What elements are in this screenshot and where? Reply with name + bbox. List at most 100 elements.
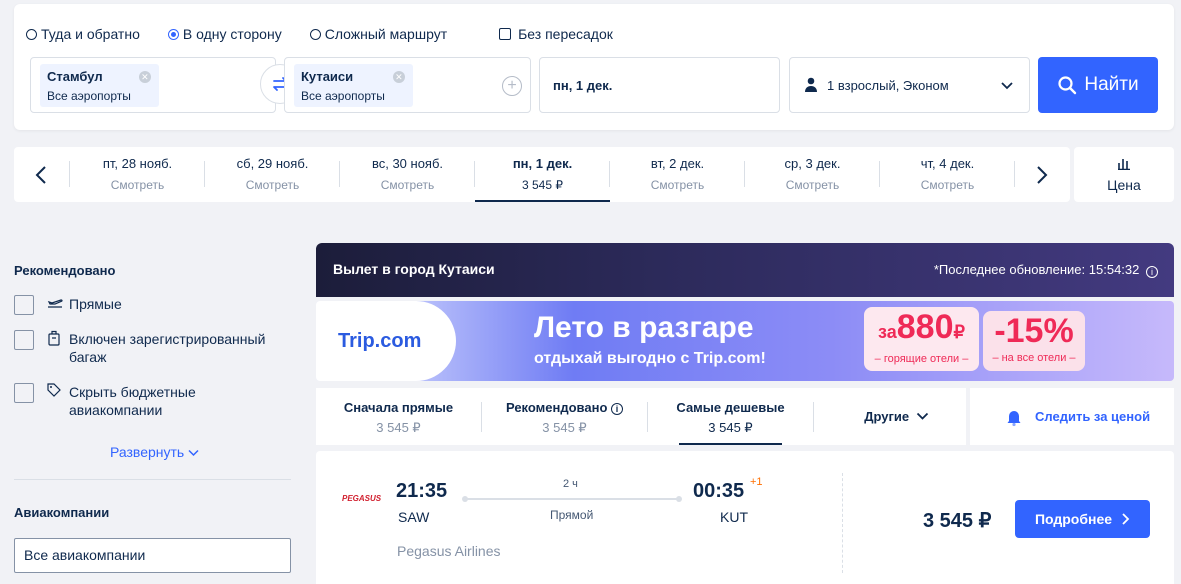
tripcom-logo: Trip.com	[316, 301, 456, 381]
close-icon[interactable]: ✕	[138, 71, 151, 83]
checkbox[interactable]	[14, 295, 34, 315]
filter-baggage[interactable]: Включен зарегистрированный багаж	[14, 330, 284, 366]
date-option-selected[interactable]: пн, 1 дек. 3 545 ₽	[475, 147, 610, 202]
info-icon[interactable]: i	[611, 403, 624, 415]
banner-logo-text: Trip.com	[338, 329, 422, 352]
chevron-down-icon	[916, 412, 928, 420]
filter-nonstop[interactable]: Прямые	[14, 295, 122, 315]
checkbox-icon	[499, 28, 512, 40]
date-option-day: вт, 2 дек.	[650, 156, 705, 171]
date-option[interactable]: вс, 30 нояб. Смотреть	[340, 147, 475, 202]
trip-type-multicity[interactable]: Сложный маршрут	[309, 26, 447, 42]
last-updated: *Последнее обновление: 15:54:32 i	[934, 262, 1158, 278]
close-icon[interactable]: ✕	[392, 71, 405, 83]
promo-badge-hotels: за880₽ – горящие отели –	[864, 307, 979, 371]
sort-tab-other[interactable]: Другие	[814, 388, 979, 445]
date-option-price: Смотреть	[785, 178, 840, 192]
filter-recommended-title: Рекомендовано	[14, 263, 116, 278]
bell-icon	[1007, 410, 1021, 426]
tag-icon	[47, 383, 63, 419]
promo-banner[interactable]: Trip.com Лето в разгаре отдыхай выгодно …	[316, 301, 1174, 381]
sort-tabs: Сначала прямые 3 545 ₽ Рекомендовано i 3…	[316, 388, 966, 445]
chevron-right-icon	[1037, 165, 1048, 184]
sort-tab-recommended[interactable]: Рекомендовано i 3 545 ₽	[482, 388, 647, 445]
price-chart-button[interactable]: Цена	[1074, 147, 1174, 202]
radio-selected-icon	[167, 28, 179, 40]
promo-caption: – на все отели –	[992, 352, 1076, 364]
details-button[interactable]: Подробнее	[1015, 500, 1150, 538]
from-city-name: Стамбул	[47, 69, 103, 84]
date-option-day: пт, 28 нояб.	[102, 156, 173, 171]
filter-airlines-title: Авиакомпании	[14, 505, 110, 520]
promo-currency: ₽	[953, 322, 965, 342]
sort-tab-cheapest[interactable]: Самые дешевые 3 545 ₽	[648, 388, 813, 445]
route-dot	[676, 496, 682, 502]
nonstop-checkbox[interactable]: Без пересадок	[499, 26, 613, 42]
radio-icon	[309, 28, 321, 40]
divider	[14, 479, 291, 480]
prev-dates-button[interactable]	[14, 147, 68, 202]
route-line	[464, 498, 679, 500]
date-value: пн, 1 дек.	[553, 78, 613, 93]
airlines-select-value: Все авиакомпании	[24, 547, 146, 563]
airlines-select[interactable]: Все авиакомпании	[14, 538, 291, 573]
date-option-price: Смотреть	[380, 178, 435, 192]
airline-logo: PEGASUS	[342, 494, 382, 503]
checkbox[interactable]	[14, 383, 34, 403]
add-city-icon[interactable]: +	[502, 76, 522, 96]
passengers-field[interactable]: 1 взрослый, Эконом	[789, 57, 1030, 113]
checkbox[interactable]	[14, 330, 34, 350]
airline-name: Pegasus Airlines	[397, 543, 501, 559]
date-option[interactable]: сб, 29 нояб. Смотреть	[205, 147, 340, 202]
from-city-chip[interactable]: Стамбул Все аэропорты ✕	[40, 64, 159, 107]
track-price-button[interactable]: Следить за ценой	[970, 388, 1174, 445]
date-option-day: ср, 3 дек.	[784, 156, 841, 171]
date-option-price: Смотреть	[245, 178, 300, 192]
to-city-name: Кутаиси	[301, 69, 354, 84]
date-strip: пт, 28 нояб. Смотреть сб, 29 нояб. Смотр…	[14, 147, 1070, 202]
plane-icon	[47, 295, 63, 315]
route-dot	[462, 496, 468, 502]
sort-tab-label: Другие	[864, 409, 910, 424]
track-price-label: Следить за ценой	[1035, 409, 1151, 424]
search-button[interactable]: Найти	[1038, 57, 1158, 113]
date-option[interactable]: ср, 3 дек. Смотреть	[745, 147, 880, 202]
trip-type-roundtrip[interactable]: Туда и обратно	[26, 26, 140, 42]
card-divider	[842, 473, 843, 573]
date-option-day: чт, 4 дек.	[920, 156, 975, 171]
expand-label: Развернуть	[110, 444, 185, 460]
filter-label: Включен зарегистрированный багаж	[69, 331, 266, 365]
date-option[interactable]: чт, 4 дек. Смотреть	[880, 147, 1015, 202]
flight-card[interactable]: PEGASUS 21:35 SAW 2 ч Прямой 00:35 +1 KU…	[316, 451, 1174, 584]
date-option[interactable]: вт, 2 дек. Смотреть	[610, 147, 745, 202]
from-city-sub: Все аэропорты	[47, 89, 131, 103]
trip-type-label: Туда и обратно	[41, 26, 140, 42]
trip-type-label: В одну сторону	[182, 26, 282, 42]
filter-budget[interactable]: Скрыть бюджетные авиакомпании	[14, 383, 284, 419]
promo-value: за880₽	[864, 307, 979, 352]
sort-tab-label: Самые дешевые	[676, 400, 785, 415]
luggage-icon	[47, 330, 63, 366]
filter-label: Прямые	[69, 296, 122, 312]
flight-stops: Прямой	[550, 508, 594, 522]
search-icon	[1058, 76, 1077, 95]
date-option-day: вс, 30 нояб.	[371, 156, 444, 171]
search-button-label: Найти	[1084, 74, 1139, 95]
from-field[interactable]: Стамбул Все аэропорты ✕	[30, 57, 276, 113]
trip-type-oneway[interactable]: В одну сторону	[167, 26, 282, 42]
nonstop-label: Без пересадок	[518, 26, 613, 42]
person-icon	[805, 77, 817, 92]
to-city-chip[interactable]: Кутаиси Все аэропорты ✕	[294, 64, 413, 107]
next-dates-button[interactable]	[1015, 147, 1069, 202]
expand-filters-link[interactable]: Развернуть	[110, 444, 199, 460]
arrive-airport: KUT	[720, 509, 748, 525]
info-icon[interactable]: i	[1146, 266, 1158, 278]
chevron-left-icon	[35, 165, 46, 184]
date-option[interactable]: пт, 28 нояб. Смотреть	[70, 147, 205, 202]
arrive-time: 00:35	[693, 480, 745, 502]
to-field[interactable]: Кутаиси Все аэропорты ✕	[284, 57, 531, 113]
passengers-value: 1 взрослый, Эконом	[827, 77, 949, 93]
date-field[interactable]: пн, 1 дек.	[539, 57, 780, 113]
sort-tab-direct[interactable]: Сначала прямые 3 545 ₽	[316, 388, 481, 445]
promo-number: 880	[896, 308, 954, 346]
